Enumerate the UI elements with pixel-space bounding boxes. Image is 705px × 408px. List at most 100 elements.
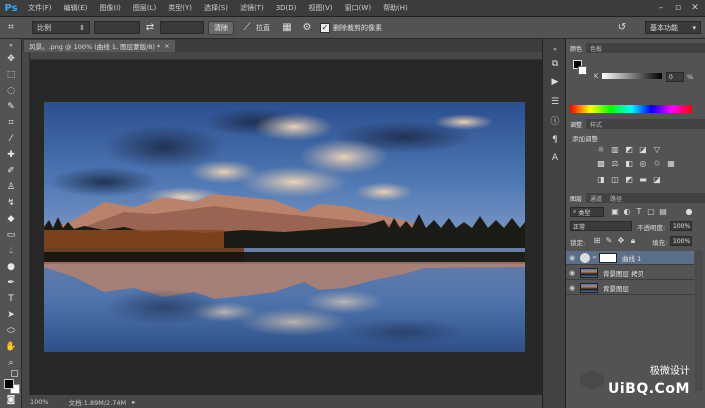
pen-tool-icon[interactable]: ✒ bbox=[4, 276, 18, 290]
levels-icon[interactable]: ▥ bbox=[610, 145, 620, 154]
lasso-tool-icon[interactable]: ◌ bbox=[4, 84, 18, 98]
layer-name[interactable]: 背景图层 bbox=[603, 283, 629, 293]
layer-mask-thumbnail[interactable] bbox=[599, 252, 617, 263]
height-field[interactable] bbox=[160, 21, 204, 34]
adjustment-filter-icon[interactable]: ◐ bbox=[622, 207, 632, 216]
close-icon[interactable]: ✕ bbox=[688, 2, 702, 14]
history-brush-tool-icon[interactable]: ↯ bbox=[4, 196, 18, 210]
fill-field[interactable]: 100% bbox=[670, 236, 692, 246]
pixel-filter-icon[interactable]: ▣ bbox=[610, 207, 620, 216]
path-selection-tool-icon[interactable]: ➤ bbox=[4, 308, 18, 322]
layer-row[interactable]: ◉ 背景图层 拷贝 bbox=[566, 266, 694, 280]
workspace-select[interactable]: 基本功能 ▾ bbox=[645, 21, 701, 34]
zoom-tool-icon[interactable]: ⌕ bbox=[4, 356, 18, 370]
gear-icon[interactable]: ⚙ bbox=[300, 21, 314, 35]
menu-filter[interactable]: 滤镜(T) bbox=[234, 3, 270, 13]
shape-filter-icon[interactable]: ▢ bbox=[646, 207, 656, 216]
threshold-icon[interactable]: ◩ bbox=[624, 175, 634, 184]
straighten-icon[interactable]: ⟋ bbox=[240, 21, 254, 35]
clone-stamp-tool-icon[interactable]: ♙ bbox=[4, 180, 18, 194]
horizontal-ruler[interactable] bbox=[22, 52, 542, 60]
black-white-icon[interactable]: ◧ bbox=[624, 159, 634, 168]
menu-file[interactable]: 文件(F) bbox=[22, 3, 58, 13]
history-panel-icon[interactable]: ⧉ bbox=[548, 57, 562, 71]
tab-swatches[interactable]: 色板 bbox=[586, 43, 606, 53]
menu-window[interactable]: 窗口(W) bbox=[339, 3, 377, 13]
menu-help[interactable]: 帮助(H) bbox=[377, 3, 414, 13]
curves-icon[interactable]: ◩ bbox=[624, 145, 634, 154]
eye-icon[interactable]: ◉ bbox=[566, 254, 578, 262]
minimize-icon[interactable]: – bbox=[654, 2, 668, 14]
photo-filter-icon[interactable]: ◎ bbox=[638, 159, 648, 168]
menu-image[interactable]: 图像(I) bbox=[93, 3, 127, 13]
swap-icon[interactable]: ⇄ bbox=[143, 21, 157, 35]
lock-icon[interactable]: 🔒︎ bbox=[628, 236, 638, 245]
menu-view[interactable]: 视图(V) bbox=[302, 3, 338, 13]
eyedropper-tool-icon[interactable]: ⁄ bbox=[4, 132, 18, 146]
selective-color-icon[interactable]: ◪ bbox=[652, 175, 662, 184]
menu-select[interactable]: 选择(S) bbox=[198, 3, 234, 13]
brush-tool-icon[interactable]: ✐ bbox=[4, 164, 18, 178]
info-panel-icon[interactable]: ⓘ bbox=[548, 113, 562, 127]
vibrance-icon[interactable]: ▽ bbox=[652, 145, 662, 154]
landscape-photo[interactable] bbox=[44, 102, 525, 352]
lock-image-icon[interactable]: ✎ bbox=[604, 236, 614, 245]
gradient-map-icon[interactable]: ▬ bbox=[638, 175, 648, 184]
color-balance-icon[interactable]: ⚖ bbox=[610, 159, 620, 168]
default-colors-icon[interactable] bbox=[11, 370, 18, 377]
smart-object-filter-icon[interactable]: ▤ bbox=[658, 207, 668, 216]
layer-row[interactable]: ◉ 背景图层 bbox=[566, 281, 694, 295]
menu-3d[interactable]: 3D(D) bbox=[270, 4, 303, 12]
layer-name[interactable]: 背景图层 拷贝 bbox=[603, 268, 644, 278]
quick-select-tool-icon[interactable]: ✎ bbox=[4, 100, 18, 114]
ratio-select[interactable]: 比例 ⇕ bbox=[32, 21, 90, 34]
tab-styles[interactable]: 样式 bbox=[586, 119, 606, 129]
tab-paths[interactable]: 路径 bbox=[606, 193, 626, 203]
character-panel-icon[interactable]: A bbox=[548, 151, 562, 165]
layers-scrollbar[interactable] bbox=[695, 251, 703, 391]
blend-mode-select[interactable]: 正常 bbox=[570, 221, 632, 231]
crop-tool-icon[interactable]: ⌗ bbox=[4, 21, 18, 35]
color-slider[interactable] bbox=[602, 73, 662, 79]
straighten-label[interactable]: 拉直 bbox=[256, 23, 270, 33]
brightness-icon[interactable]: ☼ bbox=[596, 145, 606, 154]
move-tool-icon[interactable]: ✥ bbox=[4, 52, 18, 66]
tab-adjustments[interactable]: 调整 bbox=[566, 119, 587, 129]
color-lookup-icon[interactable]: ▦ bbox=[666, 159, 676, 168]
gradient-tool-icon[interactable]: ▭ bbox=[4, 228, 18, 242]
exposure-icon[interactable]: ◪ bbox=[638, 145, 648, 154]
type-tool-icon[interactable]: T bbox=[4, 292, 18, 306]
document-tab[interactable]: 风景。.png @ 100% (曲线 1, 图层蒙版/8) * × bbox=[24, 40, 175, 52]
opacity-field[interactable]: 100% bbox=[670, 221, 692, 231]
eye-icon[interactable]: ◉ bbox=[566, 284, 578, 292]
type-filter-icon[interactable]: T bbox=[634, 207, 644, 216]
background-color-swatch[interactable] bbox=[578, 66, 587, 75]
foreground-color-swatch[interactable] bbox=[4, 379, 14, 389]
tab-layers[interactable]: 图层 bbox=[566, 193, 587, 203]
blur-tool-icon[interactable]: 💧︎ bbox=[4, 244, 18, 258]
lock-transparent-icon[interactable]: ⊞ bbox=[592, 236, 602, 245]
invert-icon[interactable]: ◨ bbox=[596, 175, 606, 184]
zoom-level[interactable]: 100% bbox=[30, 398, 49, 406]
collapse-icon[interactable]: » bbox=[4, 41, 18, 49]
color-spectrum[interactable] bbox=[570, 105, 692, 113]
properties-panel-icon[interactable]: ☰ bbox=[548, 95, 562, 109]
menu-edit[interactable]: 编辑(E) bbox=[58, 3, 94, 13]
color-value-field[interactable]: 0 bbox=[666, 72, 684, 82]
menu-layer[interactable]: 图层(L) bbox=[127, 3, 162, 13]
restore-icon[interactable]: ▫ bbox=[671, 2, 685, 14]
tab-channels[interactable]: 通道 bbox=[586, 193, 606, 203]
link-icon[interactable]: ∞ bbox=[592, 254, 597, 261]
delete-pixels-checkbox[interactable]: ✓ bbox=[320, 22, 330, 33]
layer-name[interactable]: 曲线 1 bbox=[622, 253, 641, 263]
filter-toggle-icon[interactable]: ● bbox=[684, 207, 694, 216]
chevron-right-icon[interactable]: ▸ bbox=[132, 398, 135, 406]
marquee-tool-icon[interactable]: ⬚ bbox=[4, 68, 18, 82]
posterize-icon[interactable]: ◫ bbox=[610, 175, 620, 184]
width-field[interactable] bbox=[94, 21, 140, 34]
dodge-tool-icon[interactable]: ● bbox=[4, 260, 18, 274]
channel-mixer-icon[interactable]: ♲ bbox=[652, 159, 662, 168]
eye-icon[interactable]: ◉ bbox=[566, 269, 578, 277]
canvas-area[interactable] bbox=[30, 60, 542, 395]
hand-tool-icon[interactable]: ✋ bbox=[4, 340, 18, 354]
